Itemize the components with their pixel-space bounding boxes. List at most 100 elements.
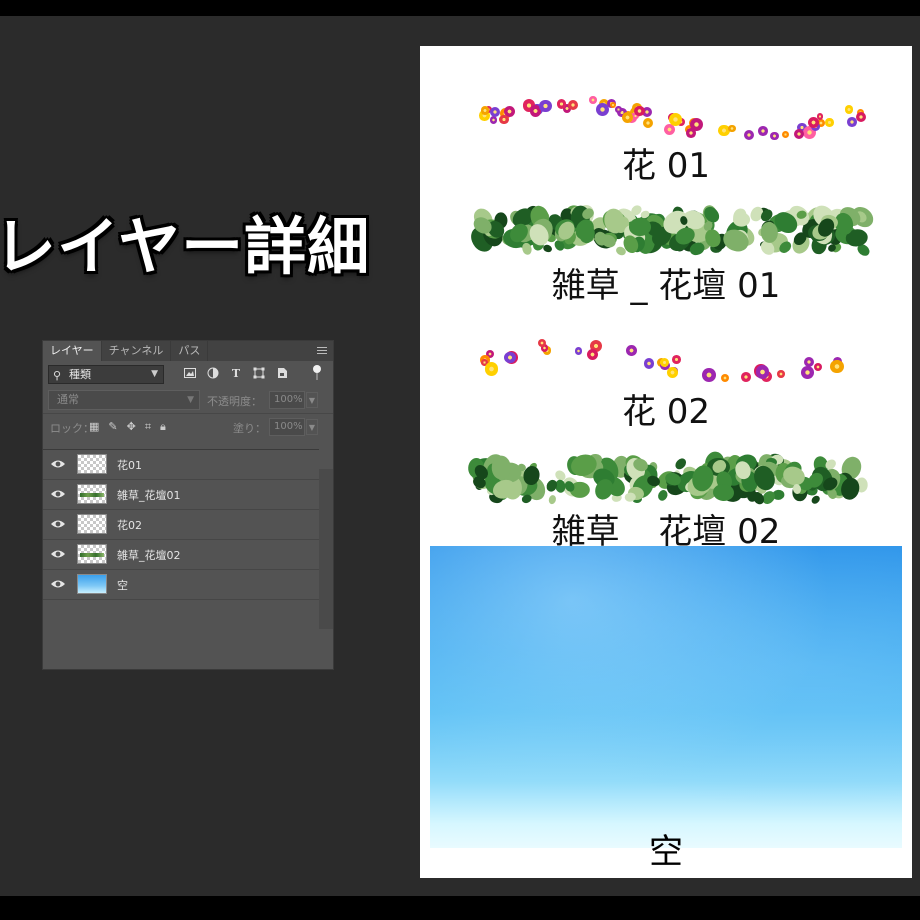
visibility-eye-icon[interactable]	[50, 488, 66, 500]
layer-thumbnail	[77, 484, 107, 504]
layers-panel: レイヤー チャンネル パス ⚲ 種類 ▼ T 通常 ▼ 不透明度： 100% ▼…	[42, 340, 334, 670]
pixel-filter-icon[interactable]	[183, 366, 197, 380]
flower-blossom	[504, 352, 516, 364]
flower-blossom	[685, 128, 696, 139]
opacity-label: 不透明度：	[207, 395, 262, 408]
layer-thumbnail	[77, 544, 107, 564]
lock-row: ロック： ▦ ✎ ✥ ⌗ 🔒︎ 塗り： 100% ▼	[43, 413, 333, 440]
lock-all-icon[interactable]: 🔒︎	[160, 420, 166, 434]
flower-blossom	[777, 370, 785, 378]
visibility-eye-icon[interactable]	[50, 458, 66, 470]
layer-thumbnail	[77, 454, 107, 474]
visibility-eye-icon[interactable]	[50, 518, 66, 530]
flower-blossom	[758, 126, 769, 136]
layer-name: 花01	[117, 459, 142, 472]
visibility-eye-icon[interactable]	[50, 548, 66, 560]
leaf	[628, 217, 652, 237]
tab-paths[interactable]: パス	[171, 341, 209, 361]
flower-blossom	[659, 358, 669, 368]
flower-blossom	[830, 359, 844, 374]
flower-blossom	[489, 116, 498, 124]
flower-blossom	[728, 124, 736, 133]
flower-blossom	[814, 362, 823, 371]
layer-name: 雑草_花壇02	[117, 549, 181, 562]
flower-blossom	[667, 367, 679, 379]
flowers-01-artwork	[470, 90, 870, 140]
document-canvas: 花 01 雑草 _ 花壇 01 花 02 雑草 _ 花壇 02 空	[420, 46, 912, 878]
lock-paint-icon[interactable]: ✎	[108, 420, 117, 434]
flower-blossom	[643, 118, 654, 129]
tab-layers[interactable]: レイヤー	[43, 341, 102, 361]
layer-row[interactable]: 花02	[43, 510, 319, 540]
label-flower-01: 花 01	[621, 146, 711, 186]
filter-toggle[interactable]	[313, 365, 321, 381]
fill-value: 100%	[274, 421, 303, 432]
layer-thumbnail	[77, 514, 107, 534]
flower-blossom	[844, 105, 853, 114]
flower-blossom	[671, 354, 681, 364]
grass-bed-02-artwork	[460, 448, 870, 507]
blend-mode-value: 通常	[57, 393, 79, 406]
blend-mode-select[interactable]: 通常 ▼	[48, 390, 200, 410]
tab-channels[interactable]: チャンネル	[102, 341, 172, 361]
panel-menu-icon[interactable]	[317, 345, 327, 356]
lock-transparent-icon[interactable]: ▦	[89, 420, 99, 434]
blend-row: 通常 ▼ 不透明度： 100% ▼	[43, 387, 333, 413]
layer-row[interactable]: 花01	[43, 450, 319, 480]
panel-tabs: レイヤー チャンネル パス	[43, 341, 333, 361]
chevron-down-icon: ▼	[187, 395, 194, 405]
lock-position-icon[interactable]: ✥	[127, 420, 136, 434]
flower-blossom	[702, 368, 716, 382]
layer-row[interactable]: 雑草_花壇02	[43, 540, 319, 570]
layer-name: 花02	[117, 519, 142, 532]
layer-name: 空	[117, 579, 128, 592]
flower-blossom	[804, 356, 815, 367]
flower-blossom	[589, 96, 597, 104]
flower-blossom	[490, 107, 501, 118]
flower-blossom	[586, 349, 599, 361]
visibility-eye-icon[interactable]	[50, 578, 66, 590]
shape-filter-icon[interactable]	[252, 366, 266, 380]
sky-artwork: 空	[430, 546, 902, 872]
flower-blossom	[499, 114, 509, 125]
flowers-02-artwork	[480, 332, 860, 382]
flower-blossom	[721, 373, 730, 382]
flower-blossom	[643, 358, 655, 369]
label-sky: 空	[649, 832, 683, 872]
flower-blossom	[595, 102, 610, 117]
chevron-down-icon[interactable]: ▼	[306, 392, 318, 408]
label-flower-02: 花 02	[621, 392, 711, 432]
adjustment-filter-icon[interactable]	[206, 366, 220, 380]
layer-name: 雑草_花壇01	[117, 489, 181, 502]
lock-label: ロック：	[50, 422, 94, 435]
flower-blossom	[816, 113, 824, 120]
lock-artboard-icon[interactable]: ⌗	[145, 420, 151, 434]
page-title: レイヤー詳細	[0, 210, 371, 283]
label-grass-01: 雑草 _ 花壇 01	[551, 266, 781, 306]
workspace-background: レイヤー詳細 レイヤー チャンネル パス ⚲ 種類 ▼ T 通常 ▼ 不透明度：…	[0, 16, 920, 896]
chevron-down-icon[interactable]: ▼	[306, 419, 318, 435]
opacity-value: 100%	[274, 394, 303, 405]
smart-object-filter-icon[interactable]	[275, 366, 289, 380]
layer-list: 花01 雑草_花壇01 花02 雑草_花壇02 空	[43, 449, 319, 600]
flower-blossom	[567, 99, 578, 110]
layer-thumbnail	[77, 574, 107, 594]
scrollbar[interactable]	[319, 469, 333, 629]
search-icon: ⚲	[53, 369, 62, 382]
chevron-down-icon: ▼	[151, 369, 158, 379]
filter-type-select[interactable]: ⚲ 種類 ▼	[48, 365, 164, 384]
flower-blossom	[484, 362, 499, 376]
layer-row[interactable]: 雑草_花壇01	[43, 480, 319, 510]
fill-input[interactable]: 100% ▼	[269, 418, 318, 436]
grass-bed-01-artwork	[466, 200, 877, 258]
layer-row[interactable]: 空	[43, 570, 319, 600]
filter-row: ⚲ 種類 ▼ T	[43, 361, 333, 387]
flower-blossom	[626, 344, 637, 356]
flower-blossom	[855, 111, 867, 123]
flower-blossom	[634, 105, 645, 116]
flower-blossom	[574, 347, 583, 355]
flower-blossom	[741, 372, 752, 382]
type-filter-icon[interactable]: T	[229, 366, 243, 380]
opacity-input[interactable]: 100% ▼	[269, 391, 318, 409]
leaf	[491, 455, 511, 480]
